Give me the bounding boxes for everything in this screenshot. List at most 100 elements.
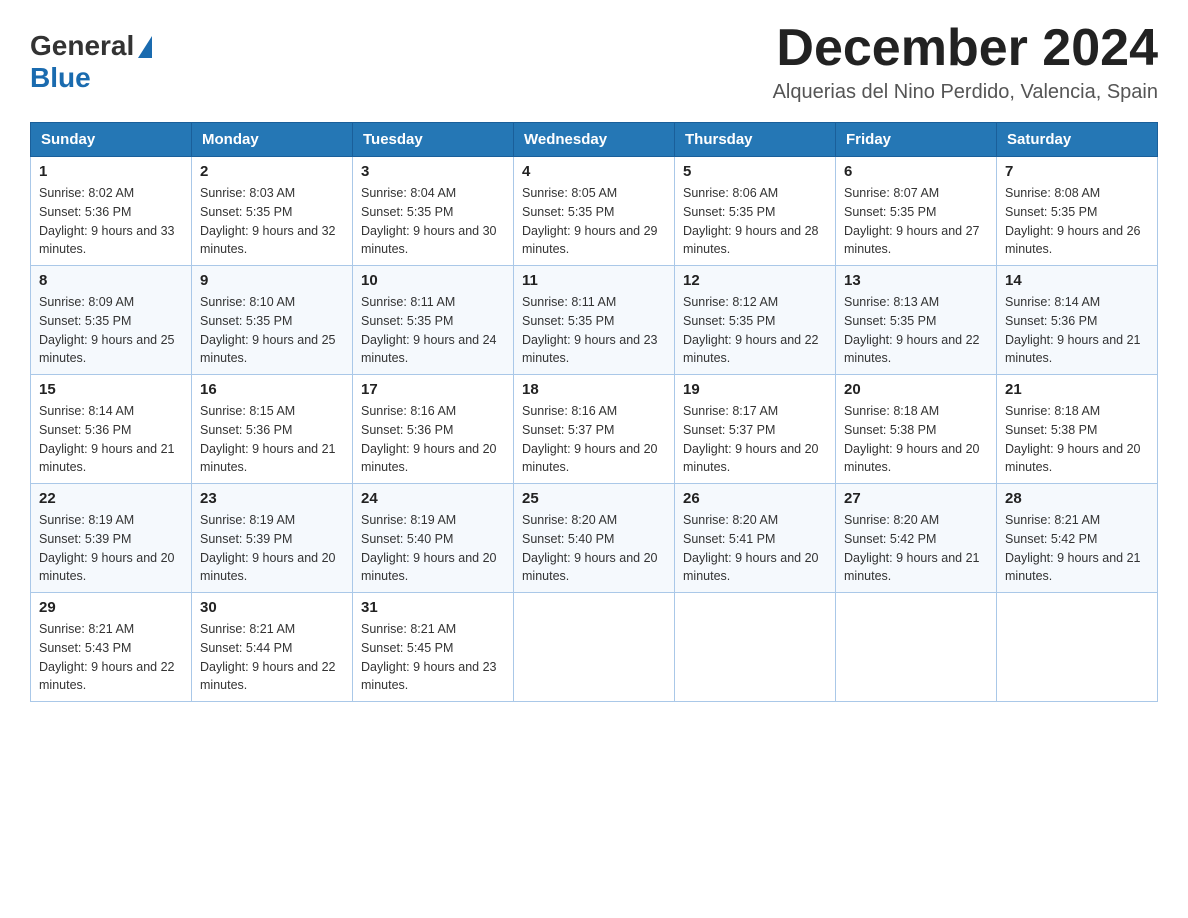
title-area: December 2024 Alquerias del Nino Perdido…	[773, 20, 1158, 104]
calendar-cell: 17 Sunrise: 8:16 AMSunset: 5:36 PMDayligh…	[353, 375, 514, 484]
day-number: 9	[200, 272, 344, 289]
calendar-cell: 15 Sunrise: 8:14 AMSunset: 5:36 PMDayligh…	[31, 375, 192, 484]
calendar-cell: 7 Sunrise: 8:08 AMSunset: 5:35 PMDaylight…	[997, 157, 1158, 266]
calendar-table: SundayMondayTuesdayWednesdayThursdayFrid…	[30, 122, 1158, 702]
day-info: Sunrise: 8:05 AMSunset: 5:35 PMDaylight:…	[522, 184, 666, 259]
day-info: Sunrise: 8:11 AMSunset: 5:35 PMDaylight:…	[522, 293, 666, 368]
calendar-cell: 19 Sunrise: 8:17 AMSunset: 5:37 PMDayligh…	[675, 375, 836, 484]
calendar-cell: 27Sunrise: 8:20 AMSunset: 5:42 PMDayligh…	[836, 484, 997, 593]
calendar-cell: 31 Sunrise: 8:21 AMSunset: 5:45 PMDayligh…	[353, 593, 514, 702]
day-info: Sunrise: 8:16 AMSunset: 5:36 PMDaylight:…	[361, 402, 505, 477]
day-number: 22	[39, 490, 183, 507]
week-row-4: 22Sunrise: 8:19 AMSunset: 5:39 PMDayligh…	[31, 484, 1158, 593]
day-info: Sunrise: 8:20 AMSunset: 5:41 PMDaylight:…	[683, 511, 827, 586]
calendar-cell: 23Sunrise: 8:19 AMSunset: 5:39 PMDayligh…	[192, 484, 353, 593]
day-number: 10	[361, 272, 505, 289]
day-info: Sunrise: 8:19 AMSunset: 5:40 PMDaylight:…	[361, 511, 505, 586]
day-number: 17	[361, 381, 505, 398]
day-number: 27	[844, 490, 988, 507]
calendar-cell: 13 Sunrise: 8:13 AMSunset: 5:35 PMDayligh…	[836, 266, 997, 375]
day-info: Sunrise: 8:18 AMSunset: 5:38 PMDaylight:…	[1005, 402, 1149, 477]
day-number: 15	[39, 381, 183, 398]
day-number: 12	[683, 272, 827, 289]
day-number: 13	[844, 272, 988, 289]
day-info: Sunrise: 8:12 AMSunset: 5:35 PMDaylight:…	[683, 293, 827, 368]
day-info: Sunrise: 8:06 AMSunset: 5:35 PMDaylight:…	[683, 184, 827, 259]
day-info: Sunrise: 8:11 AMSunset: 5:35 PMDaylight:…	[361, 293, 505, 368]
day-number: 26	[683, 490, 827, 507]
logo-general-text: General	[30, 30, 134, 62]
day-info: Sunrise: 8:21 AMSunset: 5:45 PMDaylight:…	[361, 620, 505, 695]
week-row-1: 1 Sunrise: 8:02 AMSunset: 5:36 PMDaylight…	[31, 157, 1158, 266]
day-number: 25	[522, 490, 666, 507]
calendar-cell: 9Sunrise: 8:10 AMSunset: 5:35 PMDaylight…	[192, 266, 353, 375]
calendar-cell: 2Sunrise: 8:03 AMSunset: 5:35 PMDaylight…	[192, 157, 353, 266]
day-info: Sunrise: 8:21 AMSunset: 5:42 PMDaylight:…	[1005, 511, 1149, 586]
day-number: 19	[683, 381, 827, 398]
day-number: 20	[844, 381, 988, 398]
day-number: 31	[361, 599, 505, 616]
calendar-cell: 24 Sunrise: 8:19 AMSunset: 5:40 PMDayligh…	[353, 484, 514, 593]
calendar-cell: 4 Sunrise: 8:05 AMSunset: 5:35 PMDaylight…	[514, 157, 675, 266]
weekday-header-sunday: Sunday	[31, 123, 192, 157]
day-info: Sunrise: 8:07 AMSunset: 5:35 PMDaylight:…	[844, 184, 988, 259]
calendar-cell: 28Sunrise: 8:21 AMSunset: 5:42 PMDayligh…	[997, 484, 1158, 593]
day-number: 2	[200, 163, 344, 180]
location-title: Alquerias del Nino Perdido, Valencia, Sp…	[773, 81, 1158, 104]
weekday-header-thursday: Thursday	[675, 123, 836, 157]
day-number: 7	[1005, 163, 1149, 180]
day-info: Sunrise: 8:18 AMSunset: 5:38 PMDaylight:…	[844, 402, 988, 477]
calendar-cell	[514, 593, 675, 702]
day-info: Sunrise: 8:13 AMSunset: 5:35 PMDaylight:…	[844, 293, 988, 368]
calendar-cell: 16 Sunrise: 8:15 AMSunset: 5:36 PMDayligh…	[192, 375, 353, 484]
day-info: Sunrise: 8:20 AMSunset: 5:40 PMDaylight:…	[522, 511, 666, 586]
weekday-header-row: SundayMondayTuesdayWednesdayThursdayFrid…	[31, 123, 1158, 157]
calendar-cell: 30 Sunrise: 8:21 AMSunset: 5:44 PMDayligh…	[192, 593, 353, 702]
calendar-cell: 14Sunrise: 8:14 AMSunset: 5:36 PMDayligh…	[997, 266, 1158, 375]
day-info: Sunrise: 8:02 AMSunset: 5:36 PMDaylight:…	[39, 184, 183, 259]
day-info: Sunrise: 8:14 AMSunset: 5:36 PMDaylight:…	[39, 402, 183, 477]
week-row-2: 8Sunrise: 8:09 AMSunset: 5:35 PMDaylight…	[31, 266, 1158, 375]
day-number: 18	[522, 381, 666, 398]
calendar-cell: 25 Sunrise: 8:20 AMSunset: 5:40 PMDayligh…	[514, 484, 675, 593]
day-info: Sunrise: 8:16 AMSunset: 5:37 PMDaylight:…	[522, 402, 666, 477]
weekday-header-wednesday: Wednesday	[514, 123, 675, 157]
page-header: General Blue December 2024 Alquerias del…	[30, 20, 1158, 104]
day-info: Sunrise: 8:15 AMSunset: 5:36 PMDaylight:…	[200, 402, 344, 477]
day-number: 23	[200, 490, 344, 507]
day-info: Sunrise: 8:17 AMSunset: 5:37 PMDaylight:…	[683, 402, 827, 477]
day-number: 29	[39, 599, 183, 616]
day-info: Sunrise: 8:14 AMSunset: 5:36 PMDaylight:…	[1005, 293, 1149, 368]
calendar-cell	[675, 593, 836, 702]
calendar-cell: 18 Sunrise: 8:16 AMSunset: 5:37 PMDayligh…	[514, 375, 675, 484]
calendar-cell: 22Sunrise: 8:19 AMSunset: 5:39 PMDayligh…	[31, 484, 192, 593]
day-number: 4	[522, 163, 666, 180]
month-title: December 2024	[773, 20, 1158, 77]
day-number: 11	[522, 272, 666, 289]
day-info: Sunrise: 8:21 AMSunset: 5:44 PMDaylight:…	[200, 620, 344, 695]
day-info: Sunrise: 8:09 AMSunset: 5:35 PMDaylight:…	[39, 293, 183, 368]
day-info: Sunrise: 8:08 AMSunset: 5:35 PMDaylight:…	[1005, 184, 1149, 259]
day-info: Sunrise: 8:21 AMSunset: 5:43 PMDaylight:…	[39, 620, 183, 695]
calendar-cell	[836, 593, 997, 702]
weekday-header-monday: Monday	[192, 123, 353, 157]
week-row-3: 15 Sunrise: 8:14 AMSunset: 5:36 PMDayligh…	[31, 375, 1158, 484]
calendar-cell: 3Sunrise: 8:04 AMSunset: 5:35 PMDaylight…	[353, 157, 514, 266]
calendar-cell: 29 Sunrise: 8:21 AMSunset: 5:43 PMDayligh…	[31, 593, 192, 702]
calendar-cell: 5Sunrise: 8:06 AMSunset: 5:35 PMDaylight…	[675, 157, 836, 266]
logo-triangle-icon	[138, 36, 152, 58]
calendar-cell: 11 Sunrise: 8:11 AMSunset: 5:35 PMDayligh…	[514, 266, 675, 375]
calendar-cell: 6Sunrise: 8:07 AMSunset: 5:35 PMDaylight…	[836, 157, 997, 266]
week-row-5: 29 Sunrise: 8:21 AMSunset: 5:43 PMDayligh…	[31, 593, 1158, 702]
calendar-cell: 12 Sunrise: 8:12 AMSunset: 5:35 PMDayligh…	[675, 266, 836, 375]
day-number: 21	[1005, 381, 1149, 398]
day-number: 3	[361, 163, 505, 180]
day-number: 24	[361, 490, 505, 507]
logo-blue-text: Blue	[30, 62, 91, 94]
day-number: 16	[200, 381, 344, 398]
weekday-header-friday: Friday	[836, 123, 997, 157]
day-number: 1	[39, 163, 183, 180]
day-number: 30	[200, 599, 344, 616]
calendar-cell: 21 Sunrise: 8:18 AMSunset: 5:38 PMDayligh…	[997, 375, 1158, 484]
calendar-cell: 1 Sunrise: 8:02 AMSunset: 5:36 PMDaylight…	[31, 157, 192, 266]
